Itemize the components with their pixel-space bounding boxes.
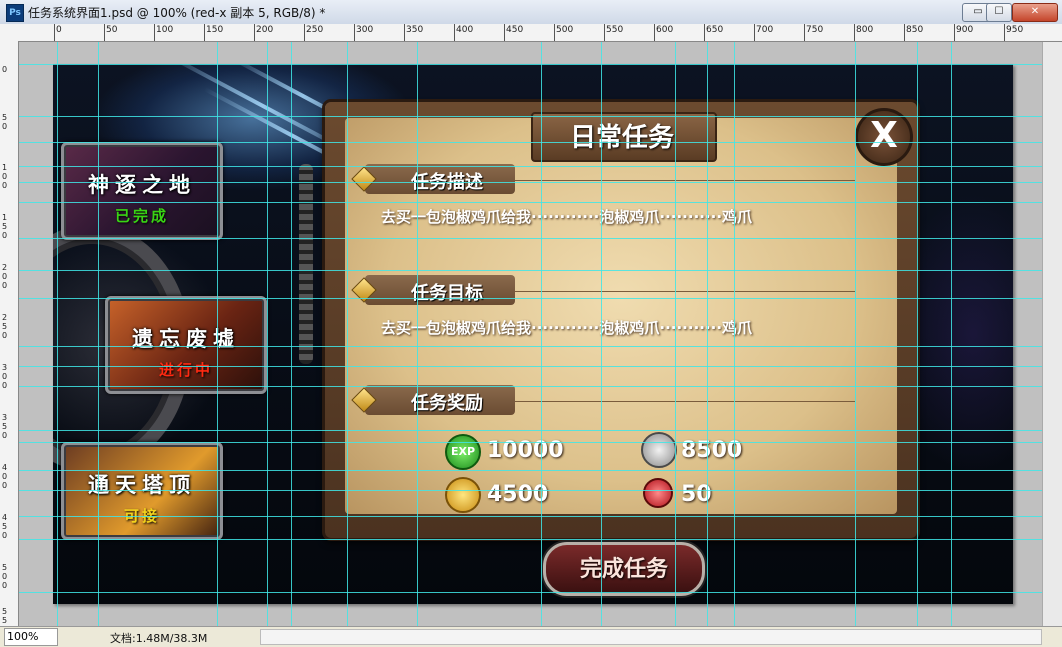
quest-name: 神逐之地 <box>88 173 196 197</box>
quest-name: 遗忘废墟 <box>132 327 240 351</box>
guide-line <box>19 182 1043 183</box>
quest-name: 通天塔顶 <box>88 473 196 497</box>
status-bar: 100% 文档:1.48M/38.3M <box>0 626 1062 647</box>
guide-line <box>19 386 1043 387</box>
chain-decoration <box>299 164 313 364</box>
zoom-field[interactable]: 100% <box>4 628 58 646</box>
divider <box>515 291 855 292</box>
red-potion-icon <box>643 478 673 508</box>
guide-line <box>19 516 1043 517</box>
quest-card-3[interactable]: 通天塔顶 可接 <box>61 442 223 540</box>
guide-line <box>19 270 1043 271</box>
guide-line <box>19 142 1043 143</box>
quest-card-1[interactable]: 神逐之地 已完成 <box>61 142 223 240</box>
document-info[interactable]: 文档:1.48M/38.3M <box>110 630 207 646</box>
guide-line <box>19 64 1043 65</box>
guide-line <box>19 346 1043 347</box>
reward-gold-value: 4500 <box>487 482 549 507</box>
section-header-goal: 任务目标 <box>351 275 515 305</box>
divider <box>515 401 855 402</box>
guide-line <box>19 166 1043 167</box>
gold-coin-icon <box>445 477 481 513</box>
guide-line <box>19 430 1043 431</box>
section-header-description: 任务描述 <box>351 164 515 194</box>
guide-line <box>19 202 1043 203</box>
section-header-reward: 任务奖励 <box>351 385 515 415</box>
window-titlebar: Ps 任务系统界面1.psd @ 100% (red-x 副本 5, RGB/8… <box>0 0 1062 25</box>
canvas-workarea[interactable]: 神逐之地 已完成 遗忘废墟 进行中 通天塔顶 可接 日常任务 X 任务描述 去买… <box>19 42 1043 626</box>
horizontal-ruler[interactable]: 0 50 100 150 200 250 300 350 400 450 500… <box>0 24 1062 42</box>
photoshop-icon: Ps <box>6 4 24 22</box>
quest-status: 进行中 <box>158 361 213 379</box>
complete-quest-label[interactable]: 完成任务 <box>543 551 705 583</box>
panel-title: 日常任务 <box>569 123 674 153</box>
guide-line <box>19 470 1043 471</box>
vertical-scrollbar[interactable] <box>1042 42 1062 626</box>
quest-card-2[interactable]: 遗忘废墟 进行中 <box>105 296 267 394</box>
guide-line <box>19 539 1043 540</box>
close-window-button[interactable]: ✕ <box>1012 3 1058 22</box>
window-title: 任务系统界面1.psd @ 100% (red-x 副本 5, RGB/8) * <box>28 6 326 20</box>
section-label: 任务奖励 <box>411 393 483 414</box>
guide-line <box>19 366 1043 367</box>
maximize-button[interactable]: ☐ <box>986 3 1012 22</box>
silver-coin-icon <box>641 432 677 468</box>
exp-icon: EXP <box>445 434 481 470</box>
guide-line <box>19 298 1043 299</box>
section-label: 任务描述 <box>411 172 483 193</box>
divider <box>515 180 855 181</box>
document-canvas[interactable]: 神逐之地 已完成 遗忘废墟 进行中 通天塔顶 可接 日常任务 X 任务描述 去买… <box>53 64 1013 604</box>
guide-line <box>19 442 1043 443</box>
guide-line <box>19 116 1043 117</box>
horizontal-scrollbar[interactable] <box>260 629 1042 645</box>
guide-line <box>19 592 1043 593</box>
guide-line <box>19 238 1043 239</box>
quest-status: 已完成 <box>114 207 169 225</box>
goal-text: 去买一包泡椒鸡爪给我············泡椒鸡爪···········鸡爪 <box>381 319 753 337</box>
description-text: 去买一包泡椒鸡爪给我············泡椒鸡爪···········鸡爪 <box>381 208 753 226</box>
vertical-ruler[interactable]: 0 50 100 150 200 250 300 350 400 450 500… <box>0 41 19 626</box>
guide-line <box>19 490 1043 491</box>
section-label: 任务目标 <box>411 283 483 304</box>
